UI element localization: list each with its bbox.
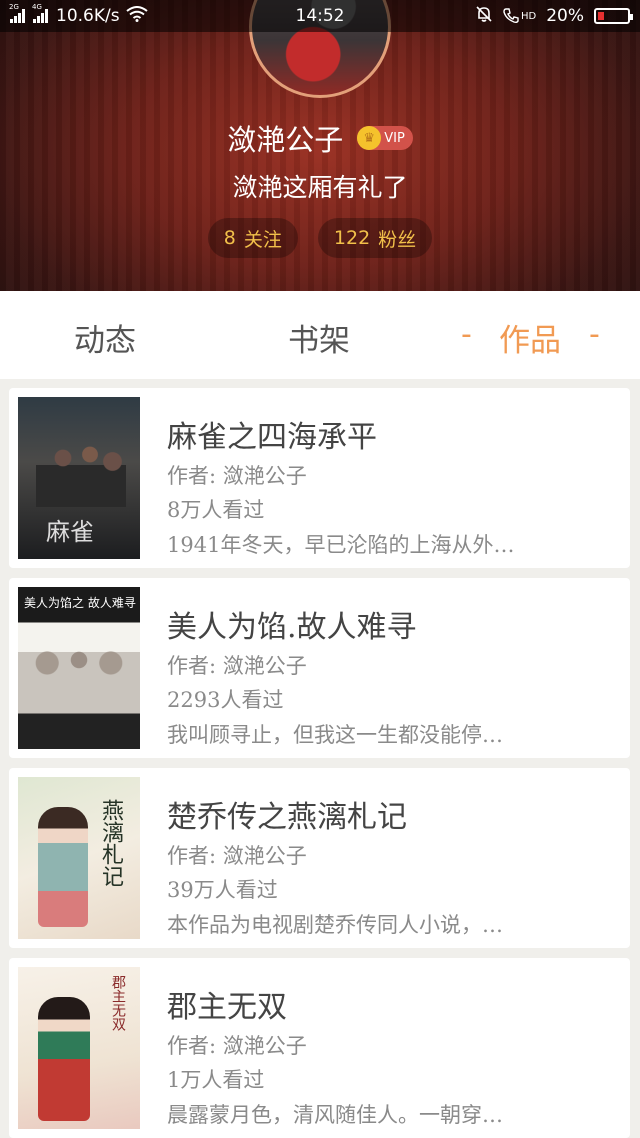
network-speed: 10.6K/s — [56, 6, 120, 26]
work-title: 麻雀之四海承平 — [167, 420, 377, 455]
wifi-icon — [125, 5, 148, 27]
work-views: 8万人看过 — [167, 498, 265, 522]
book-cover: 麻雀 — [18, 397, 140, 559]
work-author: 作者: 潋滟公子 — [167, 1034, 307, 1058]
tab-dynamic[interactable]: 动态 — [74, 315, 136, 360]
work-title: 郡主无双 — [167, 990, 287, 1025]
work-summary: 1941年冬天，早已沦陷的上海从外… — [167, 533, 515, 557]
following-button[interactable]: 8 关注 — [207, 218, 298, 258]
active-tab-indicator-left: - — [461, 317, 472, 352]
hd-call-icon: HD — [503, 8, 536, 24]
tab-works[interactable]: 作品 — [499, 315, 561, 360]
work-summary: 晨露蒙月色，清风随佳人。一朝穿… — [167, 1103, 503, 1127]
vip-badge: ♛ VIP — [357, 126, 413, 150]
work-card[interactable]: 美人为馅之 故人难寻 美人为馅.故人难寻 作者: 潋滟公子 2293人看过 我叫… — [9, 578, 630, 758]
status-bar: 2G 4G 10.6K/s 14:52 HD 20% — [0, 0, 640, 32]
work-card[interactable]: 郡主无双 郡主无双 作者: 潋滟公子 1万人看过 晨露蒙月色，清风随佳人。一朝穿… — [9, 958, 630, 1138]
work-author: 作者: 潋滟公子 — [167, 844, 307, 868]
tab-bookshelf[interactable]: 书架 — [288, 315, 350, 360]
book-cover: 美人为馅之 故人难寻 — [18, 587, 140, 749]
work-views: 39万人看过 — [167, 878, 278, 902]
work-title: 美人为馅.故人难寻 — [167, 610, 417, 645]
signal-2g-icon: 2G — [9, 3, 25, 23]
battery-icon — [594, 8, 633, 24]
crown-icon: ♛ — [357, 126, 382, 150]
work-summary: 本作品为电视剧楚乔传同人小说，… — [167, 913, 503, 937]
work-author: 作者: 潋滟公子 — [167, 464, 307, 488]
work-views: 1万人看过 — [167, 1068, 265, 1092]
tab-bar: 动态 书架 - 作品 - — [0, 291, 640, 379]
fans-button[interactable]: 122 粉丝 — [317, 218, 433, 258]
work-summary: 我叫顾寻止，但我这一生都没能停… — [167, 723, 503, 747]
profile-motto: 潋滟这厢有礼了 — [232, 173, 408, 202]
book-cover: 燕漓札记 — [18, 777, 140, 939]
profile-name: 潋滟公子 — [227, 123, 344, 157]
book-cover: 郡主无双 — [18, 967, 140, 1129]
mute-bell-icon — [475, 5, 493, 28]
work-author: 作者: 潋滟公子 — [167, 654, 307, 678]
profile-header: 2G 4G 10.6K/s 14:52 HD 20% 潋滟公子 ♛ VIP 潋滟… — [0, 0, 640, 291]
work-card[interactable]: 燕漓札记 楚乔传之燕漓札记 作者: 潋滟公子 39万人看过 本作品为电视剧楚乔传… — [9, 768, 630, 948]
work-views: 2293人看过 — [167, 688, 284, 712]
work-card[interactable]: 麻雀 麻雀之四海承平 作者: 潋滟公子 8万人看过 1941年冬天，早已沦陷的上… — [9, 388, 630, 568]
active-tab-indicator-right: - — [589, 317, 600, 352]
signal-4g-icon: 4G — [32, 3, 48, 23]
battery-percent: 20% — [546, 6, 584, 26]
work-title: 楚乔传之燕漓札记 — [167, 800, 407, 835]
